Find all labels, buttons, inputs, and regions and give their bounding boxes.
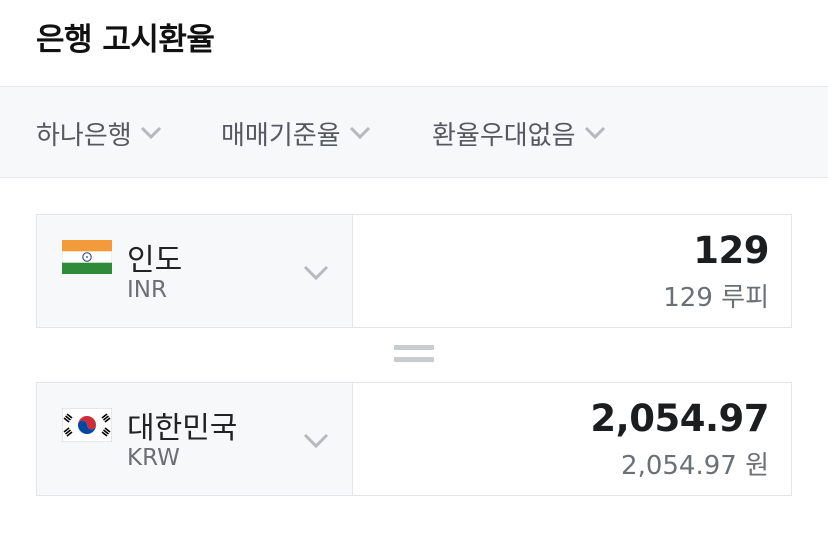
- to-currency-code: KRW: [127, 445, 180, 471]
- preferential-rate-selector-label: 환율우대없음: [432, 120, 576, 151]
- to-currency-selector[interactable]: 대한민국 KRW: [37, 383, 353, 495]
- equals-icon: [394, 345, 434, 365]
- to-amount-value: 2,054.97: [590, 397, 769, 440]
- page-title: 은행 고시환율: [36, 22, 215, 58]
- india-flag-icon: [62, 240, 112, 274]
- chevron-down-icon: [349, 126, 371, 140]
- from-currency-name: 인도: [127, 243, 183, 278]
- chevron-down-icon: [584, 126, 606, 140]
- from-amount-value: 129: [693, 229, 769, 272]
- korea-flag-icon: [62, 408, 112, 442]
- bank-selector-label: 하나은행: [36, 120, 132, 151]
- chevron-down-icon: [140, 126, 162, 140]
- chevron-down-icon: [303, 265, 329, 281]
- preferential-rate-selector[interactable]: 환율우대없음: [432, 113, 606, 153]
- filter-bar: 하나은행 매매기준율 환율우대없음: [0, 86, 828, 178]
- from-amount-input[interactable]: 129 129 루피: [354, 215, 791, 327]
- rate-type-selector-label: 매매기준율: [221, 120, 341, 151]
- from-currency-code: INR: [127, 277, 167, 303]
- to-currency-name: 대한민국: [127, 411, 238, 446]
- to-amount-text: 2,054.97 원: [621, 451, 769, 481]
- bank-selector[interactable]: 하나은행: [36, 113, 162, 153]
- rate-type-selector[interactable]: 매매기준율: [221, 113, 371, 153]
- from-currency-selector[interactable]: 인도 INR: [37, 215, 353, 327]
- from-amount-text: 129 루피: [663, 283, 769, 313]
- to-currency-card: 대한민국 KRW 2,054.97 2,054.97 원: [36, 382, 792, 496]
- from-currency-card: 인도 INR 129 129 루피: [36, 214, 792, 328]
- to-amount-input[interactable]: 2,054.97 2,054.97 원: [354, 383, 791, 495]
- chevron-down-icon: [303, 433, 329, 449]
